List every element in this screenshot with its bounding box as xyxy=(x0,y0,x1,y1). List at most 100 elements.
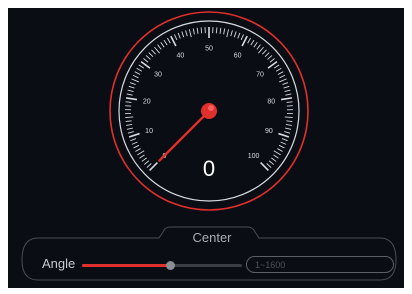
angle-slider-thumb[interactable] xyxy=(166,261,175,270)
gauge-minor-tick xyxy=(126,127,133,130)
gauge-hub-highlight xyxy=(208,105,214,111)
gauge-minor-tick xyxy=(127,89,134,93)
gauge-minor-tick xyxy=(273,154,279,159)
gauge-minor-tick xyxy=(219,27,222,34)
gauge-major-tick xyxy=(128,132,140,138)
gauge-minor-tick xyxy=(279,78,287,83)
gauge-minor-tick xyxy=(258,46,264,54)
gauge-minor-tick xyxy=(196,27,199,34)
gauge-minor-tick xyxy=(127,131,134,134)
gauge-minor-tick xyxy=(143,160,150,165)
gauge-tick-label: 70 xyxy=(256,71,264,78)
gauge-minor-tick xyxy=(264,52,270,58)
gauge-minor-tick xyxy=(136,67,143,72)
gauge-tick-label: 80 xyxy=(267,99,275,106)
gauge-minor-tick xyxy=(271,157,277,162)
gauge-minor-tick xyxy=(280,141,287,145)
gauge-minor-tick xyxy=(273,150,281,156)
gauge-minor-tick xyxy=(137,150,145,156)
gauge-minor-tick xyxy=(285,127,292,130)
gauge-minor-tick xyxy=(230,30,233,37)
gauge-minor-tick xyxy=(279,74,286,79)
gauge-major-tick xyxy=(241,35,248,47)
gauge-minor-tick xyxy=(273,64,280,69)
gauge-minor-tick xyxy=(283,85,290,89)
speed-gauge: 0102030405060708090100 0 xyxy=(109,11,309,211)
gauge-minor-tick xyxy=(135,148,141,152)
gauge-minor-tick xyxy=(157,44,162,50)
gauge-needle xyxy=(158,109,211,162)
gauge-minor-tick xyxy=(143,58,149,63)
gauge-minor-tick xyxy=(130,138,137,142)
gauge-minor-tick xyxy=(148,52,154,58)
gauge-minor-tick xyxy=(131,141,138,145)
gauge-major-tick xyxy=(170,35,177,47)
gauge-tick-label: 40 xyxy=(177,52,185,59)
gauge-minor-tick xyxy=(240,34,244,41)
gauge-minor-tick xyxy=(128,85,135,89)
gauge-minor-tick xyxy=(215,27,218,34)
gauge-minor-tick xyxy=(262,49,267,55)
gauge-minor-tick xyxy=(282,82,289,86)
gauge-minor-tick xyxy=(284,116,293,119)
gauge-minor-tick xyxy=(285,123,292,126)
gauge-minor-tick xyxy=(145,55,151,60)
gauge-minor-tick xyxy=(154,46,160,54)
gauge-minor-tick xyxy=(134,71,141,75)
gauge-major-tick xyxy=(280,97,293,101)
gauge-minor-tick xyxy=(286,120,293,122)
gauge-needle-hub xyxy=(201,103,217,119)
gauge-minor-tick xyxy=(181,31,185,38)
gauge-major-tick xyxy=(278,132,290,138)
gauge-minor-tick xyxy=(185,30,188,37)
gauge-tick-label: 90 xyxy=(265,128,273,135)
gauge-minor-tick xyxy=(223,28,226,35)
center-control-panel: Center Angle xyxy=(20,220,398,282)
angle-slider[interactable] xyxy=(82,261,242,270)
gauge-minor-tick xyxy=(151,49,156,55)
gauge-minor-tick xyxy=(138,64,145,69)
gauge-minor-tick xyxy=(278,144,285,149)
app-screen: 0102030405060708090100 0 Center Angle xyxy=(8,8,404,288)
gauge-minor-tick xyxy=(192,28,195,35)
angle-label: Angle xyxy=(42,256,76,271)
gauge-minor-tick xyxy=(125,116,134,119)
gauge-minor-tick xyxy=(277,148,283,152)
gauge-tick-labels: 0102030405060708090100 xyxy=(143,46,275,161)
gauge-minor-tick xyxy=(126,123,133,126)
gauge-minor-tick xyxy=(174,34,178,41)
gauge-minor-tick xyxy=(226,29,230,38)
gauge-minor-tick xyxy=(126,93,133,96)
gauge-tick-label: 60 xyxy=(234,52,242,59)
gauge-minor-tick xyxy=(277,71,284,75)
range-input[interactable] xyxy=(246,256,394,273)
gauge-minor-tick xyxy=(286,101,293,103)
gauge-minor-tick xyxy=(237,32,241,39)
gauge-minor-tick xyxy=(285,93,292,96)
gauge-minor-tick xyxy=(141,157,147,162)
gauge-minor-tick xyxy=(275,67,282,72)
gauge-minor-tick xyxy=(250,39,255,46)
gauge-minor-tick xyxy=(160,42,165,48)
gauge-tick-label: 50 xyxy=(205,46,213,53)
gauge-tick-label: 30 xyxy=(154,71,162,78)
gauge-minor-tick xyxy=(177,32,181,39)
gauge-minor-tick xyxy=(163,39,168,46)
gauge-minor-tick xyxy=(146,163,152,168)
gauge-minor-tick xyxy=(125,120,132,122)
gauge-minor-tick xyxy=(132,74,139,79)
gauge-tick-label: 10 xyxy=(145,128,153,135)
gauge-minor-tick xyxy=(268,160,275,165)
gauge-minor-tick xyxy=(247,37,252,44)
gauge-minor-tick xyxy=(256,44,261,50)
gauge-minor-tick xyxy=(188,29,192,38)
gauge-minor-tick xyxy=(200,27,203,34)
gauge-minor-tick xyxy=(166,37,171,44)
panel-title: Center xyxy=(192,230,232,245)
gauge-minor-tick xyxy=(233,31,237,38)
gauge-minor-tick xyxy=(269,58,275,63)
gauge-minor-tick xyxy=(133,144,140,149)
gauge-minor-tick xyxy=(281,138,288,142)
gauge-tick-label: 20 xyxy=(143,99,151,106)
gauge-tick-label: 100 xyxy=(248,153,260,160)
